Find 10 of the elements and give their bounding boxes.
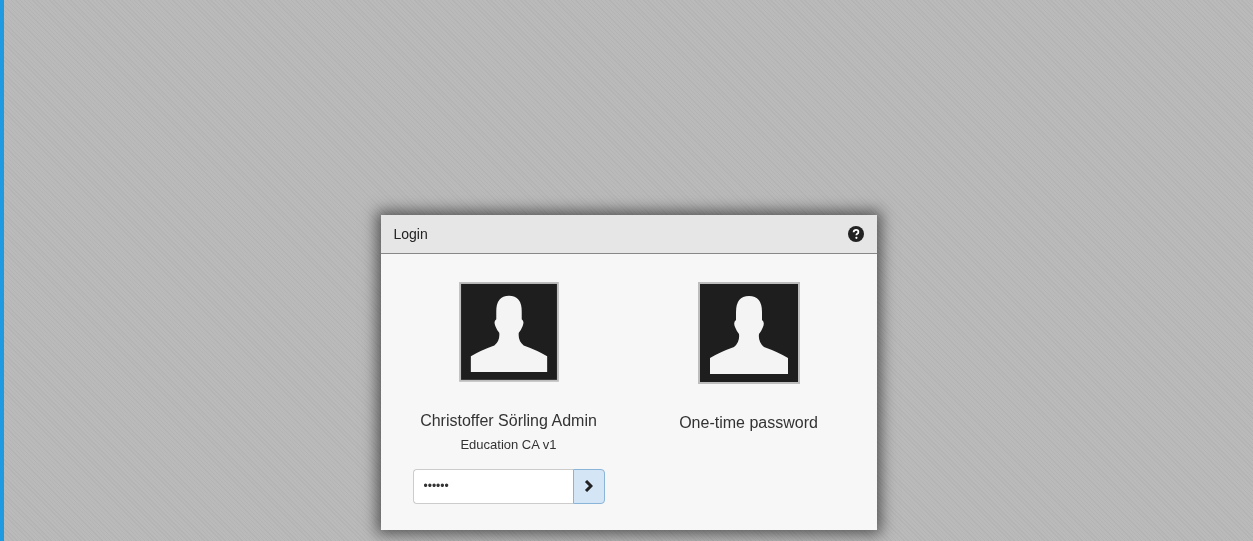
password-field[interactable]: •••••• (412, 468, 573, 504)
help-icon[interactable] (847, 226, 864, 242)
account-name: One-time password (679, 414, 818, 432)
submit-button[interactable] (572, 468, 605, 504)
chevron-right-icon (584, 480, 593, 493)
avatar-icon[interactable] (697, 282, 800, 384)
avatar-icon[interactable] (457, 282, 560, 382)
dialog-title: Login (393, 226, 428, 242)
account-name: Christoffer Sörling Admin (420, 411, 597, 430)
account-subtitle: Education CA v1 (460, 436, 557, 452)
